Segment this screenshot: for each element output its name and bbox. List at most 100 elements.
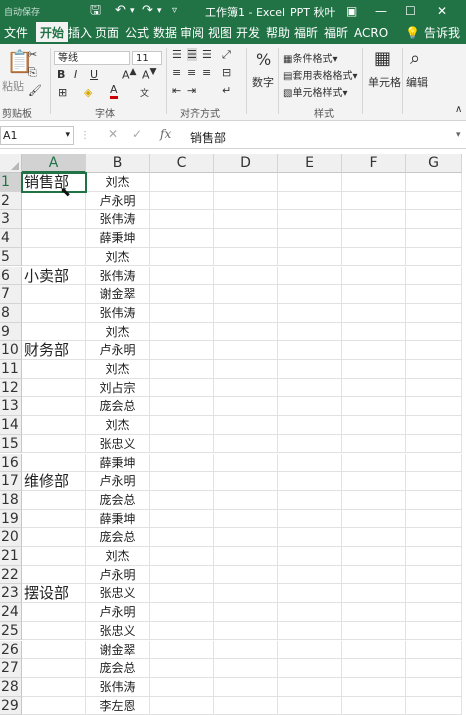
cell-a13[interactable] bbox=[22, 397, 86, 417]
cell-d8[interactable] bbox=[214, 303, 278, 323]
cell-b17[interactable]: 卢永明 bbox=[86, 472, 150, 491]
cell-a5[interactable] bbox=[22, 247, 86, 267]
cell-g16[interactable] bbox=[406, 453, 462, 473]
cell-g22[interactable] bbox=[406, 565, 462, 585]
cell-c24[interactable] bbox=[150, 603, 214, 622]
cell-a25[interactable] bbox=[22, 621, 86, 641]
cell-a18[interactable] bbox=[22, 490, 86, 510]
cell-c6[interactable] bbox=[150, 266, 214, 286]
column-header-c[interactable]: C bbox=[150, 154, 214, 173]
cell-f27[interactable] bbox=[342, 659, 406, 678]
tab-review[interactable]: 审阅 bbox=[180, 22, 204, 44]
cell-b27[interactable]: 庞会总 bbox=[86, 659, 150, 678]
cell-d10[interactable] bbox=[214, 341, 278, 360]
cell-c7[interactable] bbox=[150, 285, 214, 304]
cell-d25[interactable] bbox=[214, 621, 278, 641]
cell-f19[interactable] bbox=[342, 509, 406, 529]
align-center-icon[interactable]: ≡ bbox=[187, 66, 196, 79]
tell-me-search[interactable]: 💡 告诉我 bbox=[405, 22, 460, 44]
cell-d2[interactable] bbox=[214, 191, 278, 211]
merge-center-icon[interactable]: ⊟ bbox=[222, 66, 231, 79]
font-name-dropdown[interactable]: 等线 bbox=[54, 51, 130, 65]
cell-d17[interactable] bbox=[214, 472, 278, 491]
cell-c21[interactable] bbox=[150, 547, 214, 566]
cell-e8[interactable] bbox=[278, 303, 342, 323]
column-header-b[interactable]: B bbox=[86, 154, 150, 173]
cell-b8[interactable]: 张伟涛 bbox=[86, 303, 150, 323]
cell-f14[interactable] bbox=[342, 416, 406, 435]
cell-c11[interactable] bbox=[150, 360, 214, 379]
tab-insert[interactable]: 插入 bbox=[68, 22, 92, 44]
align-middle-icon[interactable]: ☰ bbox=[187, 48, 197, 61]
cell-c27[interactable] bbox=[150, 659, 214, 678]
cell-b2[interactable]: 卢永明 bbox=[86, 191, 150, 211]
cell-c5[interactable] bbox=[150, 247, 214, 267]
cell-b14[interactable]: 刘杰 bbox=[86, 416, 150, 435]
cell-f12[interactable] bbox=[342, 378, 406, 398]
cell-g28[interactable] bbox=[406, 677, 462, 697]
cell-c12[interactable] bbox=[150, 378, 214, 398]
cell-b25[interactable]: 张忠义 bbox=[86, 621, 150, 641]
row-header[interactable]: 17 bbox=[0, 472, 22, 491]
cell-a22[interactable] bbox=[22, 565, 86, 585]
row-header[interactable]: 20 bbox=[0, 528, 22, 547]
cell-c26[interactable] bbox=[150, 640, 214, 660]
cell-f9[interactable] bbox=[342, 322, 406, 342]
cell-g15[interactable] bbox=[406, 434, 462, 454]
cancel-icon[interactable]: ✕ bbox=[108, 127, 118, 141]
row-header[interactable]: 9 bbox=[0, 322, 22, 342]
cell-d24[interactable] bbox=[214, 603, 278, 622]
cell-d27[interactable] bbox=[214, 659, 278, 678]
cell-e11[interactable] bbox=[278, 360, 342, 379]
cell-c19[interactable] bbox=[150, 509, 214, 529]
cell-g26[interactable] bbox=[406, 640, 462, 660]
cell-d18[interactable] bbox=[214, 490, 278, 510]
redo-icon[interactable]: ↷ bbox=[142, 1, 153, 21]
cell-g21[interactable] bbox=[406, 547, 462, 566]
copy-icon[interactable]: ⎘ bbox=[28, 66, 37, 80]
close-icon[interactable]: ✕ bbox=[437, 1, 447, 21]
user-name[interactable]: PPT 秋叶 bbox=[290, 4, 335, 20]
tab-view[interactable]: 视图 bbox=[208, 22, 232, 44]
cell-f3[interactable] bbox=[342, 210, 406, 230]
cell-c14[interactable] bbox=[150, 416, 214, 435]
cell-e23[interactable] bbox=[278, 584, 342, 604]
cell-d29[interactable] bbox=[214, 696, 278, 715]
wrap-text-icon[interactable]: ↵ bbox=[222, 84, 231, 97]
cell-d13[interactable] bbox=[214, 397, 278, 417]
cell-b18[interactable]: 庞会总 bbox=[86, 490, 150, 510]
cell-b11[interactable]: 刘杰 bbox=[86, 360, 150, 379]
cell-g25[interactable] bbox=[406, 621, 462, 641]
cell-c20[interactable] bbox=[150, 528, 214, 547]
cell-f6[interactable] bbox=[342, 266, 406, 286]
paste-label[interactable]: 粘贴 bbox=[2, 78, 24, 94]
cell-a27[interactable] bbox=[22, 659, 86, 678]
cell-b4[interactable]: 薛秉坤 bbox=[86, 229, 150, 248]
borders-icon[interactable]: ⊞ bbox=[58, 86, 67, 99]
cell-g17[interactable] bbox=[406, 472, 462, 491]
cell-f4[interactable] bbox=[342, 229, 406, 248]
row-header[interactable]: 3 bbox=[0, 210, 22, 230]
editing-button[interactable]: 编辑 bbox=[406, 74, 428, 90]
cell-f22[interactable] bbox=[342, 565, 406, 585]
cell-c3[interactable] bbox=[150, 210, 214, 230]
redo-dropdown-icon[interactable]: ▾ bbox=[157, 1, 162, 21]
cell-g6[interactable] bbox=[406, 266, 462, 286]
cell-e21[interactable] bbox=[278, 547, 342, 566]
tab-page-layout[interactable]: 页面 bbox=[95, 22, 119, 44]
cell-f10[interactable] bbox=[342, 341, 406, 360]
row-header[interactable]: 22 bbox=[0, 565, 22, 585]
cell-a9[interactable] bbox=[22, 322, 86, 342]
row-header[interactable]: 7 bbox=[0, 285, 22, 304]
cell-d14[interactable] bbox=[214, 416, 278, 435]
cell-g4[interactable] bbox=[406, 229, 462, 248]
cell-a16[interactable] bbox=[22, 453, 86, 473]
cell-d20[interactable] bbox=[214, 528, 278, 547]
cell-c23[interactable] bbox=[150, 584, 214, 604]
name-box[interactable]: A1 ▾ bbox=[0, 126, 74, 145]
cell-f21[interactable] bbox=[342, 547, 406, 566]
align-right-icon[interactable]: ≡ bbox=[202, 66, 211, 79]
row-header[interactable]: 18 bbox=[0, 490, 22, 510]
tab-developer[interactable]: 开发 bbox=[236, 22, 260, 44]
cell-e12[interactable] bbox=[278, 378, 342, 398]
